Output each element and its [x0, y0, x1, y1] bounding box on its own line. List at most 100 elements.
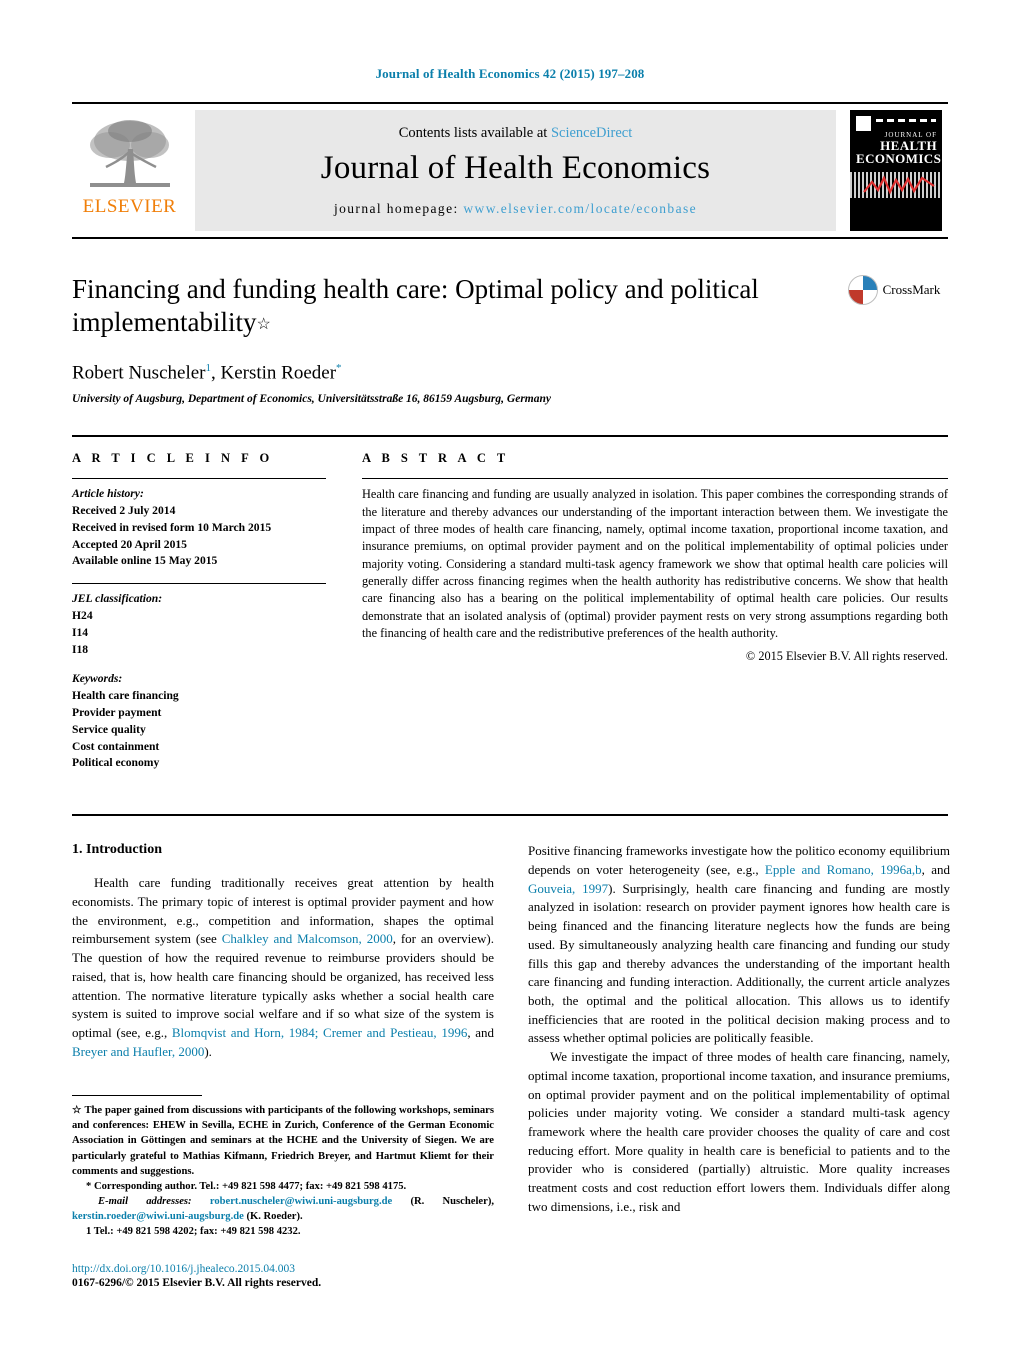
- article-info-rule: [72, 478, 326, 480]
- cover-logo-box: [856, 116, 871, 131]
- keyword-item: Service quality: [72, 722, 146, 736]
- email-link-1[interactable]: robert.nuscheler@wiwi.uni-augsburg.de: [210, 1196, 392, 1207]
- publisher-logo: ELSEVIER: [72, 104, 187, 237]
- abstract-text: Health care financing and funding are us…: [362, 487, 948, 640]
- cover-wave-icon: [863, 175, 935, 195]
- crossmark-label: CrossMark: [882, 282, 941, 297]
- article-info-column: A R T I C L E I N F O Article history: R…: [72, 451, 362, 772]
- intro-paragraph-right-2: We investigate the impact of three modes…: [528, 1049, 950, 1214]
- text-segment: , for an overview). The question of how …: [72, 931, 494, 1040]
- intro-paragraph-right-1: Positive financing frameworks investigat…: [528, 842, 950, 1048]
- journal-title: Journal of Health Economics: [320, 149, 711, 186]
- jel-code: I18: [72, 642, 89, 656]
- citation-link[interactable]: Gouveia, 1997: [528, 881, 608, 896]
- footnote-separator-rule: [72, 1095, 202, 1097]
- text-segment: , and: [921, 861, 950, 877]
- abstract-rule: [362, 478, 948, 480]
- crossmark-badge[interactable]: CrossMark: [840, 275, 948, 305]
- elsevier-tree-icon: [89, 119, 170, 187]
- homepage-label: journal homepage:: [333, 200, 459, 216]
- running-head: Journal of Health Economics 42 (2015) 19…: [375, 66, 645, 81]
- info-abstract-section: A R T I C L E I N F O Article history: R…: [72, 435, 948, 772]
- masthead-banner: Contents lists available at ScienceDirec…: [195, 110, 836, 231]
- sciencedirect-link[interactable]: ScienceDirect: [551, 125, 632, 141]
- abstract-heading: A B S T R A C T: [362, 451, 510, 466]
- homepage-url-link[interactable]: www.elsevier.com/locate/econbase: [463, 201, 697, 216]
- footnote-corresponding-text: Corresponding author. Tel.: +49 821 598 …: [93, 1180, 407, 1192]
- article-info-heading: A R T I C L E I N F O: [72, 451, 274, 466]
- issn-copyright-line: 0167-6296/© 2015 Elsevier B.V. All right…: [72, 1276, 322, 1289]
- paper-page: Journal of Health Economics 42 (2015) 19…: [0, 0, 1020, 1351]
- jel-rule: [72, 583, 326, 585]
- history-item: Available online 15 May 2015: [72, 554, 218, 568]
- citation-link[interactable]: Blomqvist and Horn, 1984; Cremer and Pes…: [172, 1025, 467, 1040]
- jel-group: JEL classification: H24 I14 I18: [72, 591, 326, 658]
- footnote-emails: E-mail addresses: robert.nuscheler@wiwi.…: [72, 1194, 494, 1224]
- footnote-1: 1 Tel.: +49 821 598 4202; fax: +49 821 5…: [72, 1224, 494, 1239]
- paper-title-text: Financing and funding health care: Optim…: [72, 274, 759, 338]
- email-addresses-label: E-mail addresses:: [98, 1195, 192, 1207]
- keyword-item: Provider payment: [72, 706, 162, 720]
- keywords-label: Keywords:: [72, 672, 123, 686]
- jel-label: JEL classification:: [72, 592, 163, 606]
- cover-title-line2: HEALTH: [880, 138, 937, 154]
- journal-homepage-line: journal homepage: www.elsevier.com/locat…: [334, 201, 697, 217]
- jel-code: I14: [72, 625, 89, 639]
- keywords-group: Keywords: Health care financing Provider…: [72, 671, 326, 772]
- elsevier-wordmark: ELSEVIER: [82, 195, 177, 217]
- body-column-right: Positive financing frameworks investigat…: [528, 842, 950, 1288]
- citation-link[interactable]: Epple and Romano, 1996a,b: [765, 862, 922, 877]
- footnote-1-text: Tel.: +49 821 598 4202; fax: +49 821 598…: [93, 1225, 301, 1237]
- journal-cover-thumbnail: JOURNAL OF HEALTH ECONOMICS: [844, 104, 948, 237]
- footnotes-block: ☆ The paper gained from discussions with…: [72, 1087, 494, 1289]
- author-2-name: Kerstin Roeder: [220, 362, 337, 384]
- cover-dashes: [876, 119, 936, 122]
- keyword-item: Cost containment: [72, 739, 160, 753]
- footer-doi-block: http://dx.doi.org/10.1016/j.jhealeco.201…: [72, 1263, 494, 1289]
- abstract-copyright: © 2015 Elsevier B.V. All rights reserved…: [745, 649, 948, 664]
- title-footnote-marker[interactable]: ☆: [256, 316, 270, 333]
- email-owner-1: (R. Nuscheler),: [392, 1195, 494, 1207]
- title-block: Financing and funding health care: Optim…: [72, 273, 948, 405]
- body-section: 1. Introduction Health care funding trad…: [72, 814, 950, 1289]
- abstract-column: A B S T R A C T Health care financing an…: [362, 451, 948, 772]
- body-column-left: 1. Introduction Health care funding trad…: [72, 842, 494, 1289]
- email-link-2[interactable]: kerstin.roeder@wiwi.uni-augsburg.de: [72, 1211, 244, 1222]
- cover-title: JOURNAL OF HEALTH ECONOMICS: [856, 131, 942, 167]
- text-segment: ). Surprisingly, health care financing a…: [528, 880, 950, 1046]
- footnote-star-text: The paper gained from discussions with p…: [72, 1105, 494, 1177]
- history-item: Received 2 July 2014: [72, 504, 176, 518]
- author-2-footnote-marker[interactable]: *: [336, 362, 342, 374]
- article-history-group: Article history: Received 2 July 2014 Re…: [72, 486, 326, 570]
- citation-link[interactable]: Breyer and Haufler, 2000: [72, 1044, 204, 1059]
- affiliation: University of Augsburg, Department of Ec…: [72, 393, 551, 406]
- section-heading-introduction: 1. Introduction: [72, 842, 162, 858]
- footnote-1-marker: 1: [86, 1225, 92, 1237]
- keyword-item: Political economy: [72, 756, 160, 770]
- history-item: Received in revised form 10 March 2015: [72, 520, 272, 534]
- history-item: Accepted 20 April 2015: [72, 537, 187, 551]
- crossmark-icon: [847, 275, 878, 305]
- keyword-item: Health care financing: [72, 689, 179, 703]
- footnote-corresponding-author: * Corresponding author. Tel.: +49 821 59…: [72, 1179, 494, 1194]
- footnote-star-marker: ☆: [72, 1105, 82, 1117]
- citation-link[interactable]: Chalkley and Malcomson, 2000: [222, 931, 393, 946]
- email-owner-2: (K. Roeder).: [243, 1210, 303, 1222]
- doi-link[interactable]: http://dx.doi.org/10.1016/j.jhealeco.201…: [72, 1263, 494, 1275]
- footnote-star: ☆ The paper gained from discussions with…: [72, 1103, 494, 1178]
- text-segment: ).: [204, 1043, 212, 1059]
- author-list: Robert Nuscheler1, Kerstin Roeder*: [72, 362, 838, 384]
- footnote-corresponding-marker: *: [86, 1180, 92, 1192]
- journal-masthead: ELSEVIER Contents lists available at Sci…: [72, 102, 948, 239]
- cover-title-line3: ECONOMICS: [856, 151, 942, 167]
- author-1-name: Robert Nuscheler: [72, 362, 206, 384]
- contents-available-line: Contents lists available at ScienceDirec…: [399, 125, 633, 142]
- jel-code: H24: [72, 609, 93, 623]
- article-history-label: Article history:: [72, 487, 144, 501]
- intro-paragraph-left: Health care funding traditionally receiv…: [72, 874, 494, 1061]
- text-segment: , and: [467, 1024, 495, 1040]
- page-title: Financing and funding health care: Optim…: [72, 273, 838, 340]
- contents-prefix: Contents lists available at: [398, 124, 551, 141]
